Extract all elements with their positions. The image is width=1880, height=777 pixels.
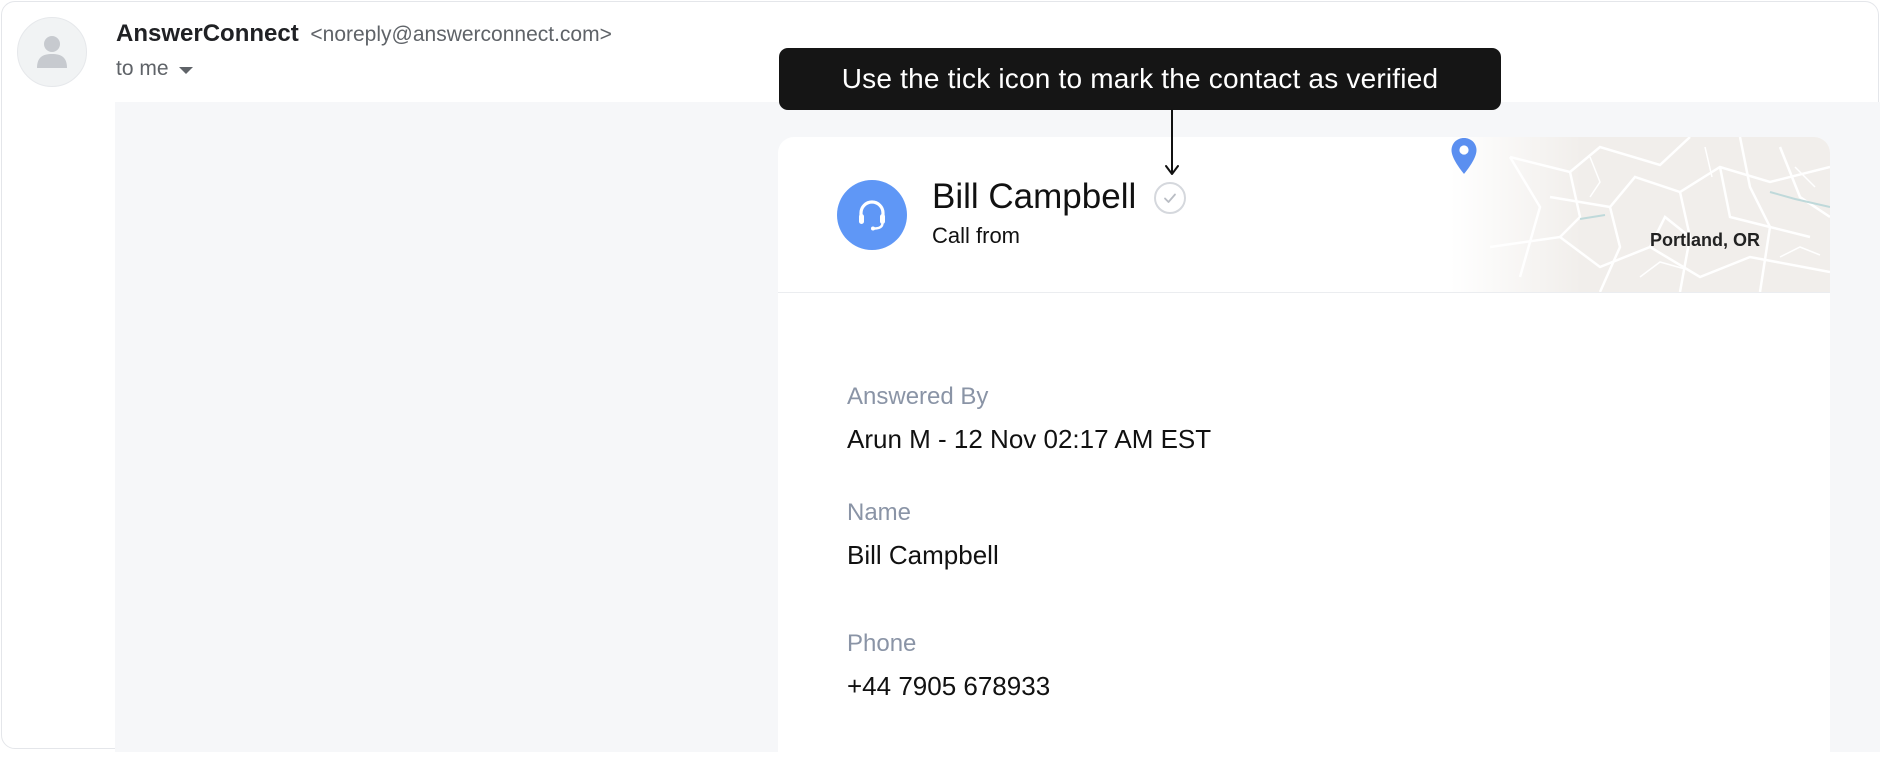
location-map: Portland, OR [1450, 137, 1830, 292]
sender-name[interactable]: AnswerConnect [116, 20, 299, 47]
map-background [1450, 137, 1830, 292]
caller-name: Bill Campbell [932, 177, 1137, 216]
field-label: Answered By [847, 383, 989, 410]
field-label: Phone [847, 630, 917, 657]
field-value: Bill Campbell [847, 540, 999, 570]
call-type-label: Call from [932, 223, 1021, 248]
headset-icon [837, 180, 907, 250]
map-pin-icon [1451, 138, 1477, 174]
phone-field: Phone +44 7905 678933 [847, 630, 1050, 702]
tooltip: Use the tick icon to mark the contact as… [779, 48, 1501, 110]
recipient-toggle[interactable]: to me [116, 57, 193, 81]
field-value[interactable]: +44 7905 678933 [847, 671, 1050, 702]
field-label: Name [847, 499, 912, 526]
tooltip-arrow [1165, 109, 1179, 175]
call-card: Bill Campbell Call from Portland, OR Ans… [778, 137, 1830, 777]
location-label: Portland, OR [1649, 230, 1760, 250]
field-value: Arun M - 12 Nov 02:17 AM EST [847, 424, 1212, 454]
answered-by-field: Answered By Arun M - 12 Nov 02:17 AM EST [847, 383, 1211, 455]
check-circle-icon[interactable] [1154, 182, 1186, 214]
caret-down-icon[interactable] [178, 67, 193, 74]
sender-line: AnswerConnect <noreply@answerconnect.com… [116, 20, 612, 48]
sender-avatar[interactable] [17, 17, 87, 87]
card-header: Bill Campbell Call from Portland, OR [778, 137, 1830, 293]
recipient-label: to me [116, 57, 169, 80]
sender-email: <noreply@answerconnect.com> [310, 23, 612, 46]
tooltip-text: Use the tick icon to mark the contact as… [841, 63, 1439, 94]
person-icon [37, 36, 67, 68]
name-field: Name Bill Campbell [847, 499, 999, 571]
